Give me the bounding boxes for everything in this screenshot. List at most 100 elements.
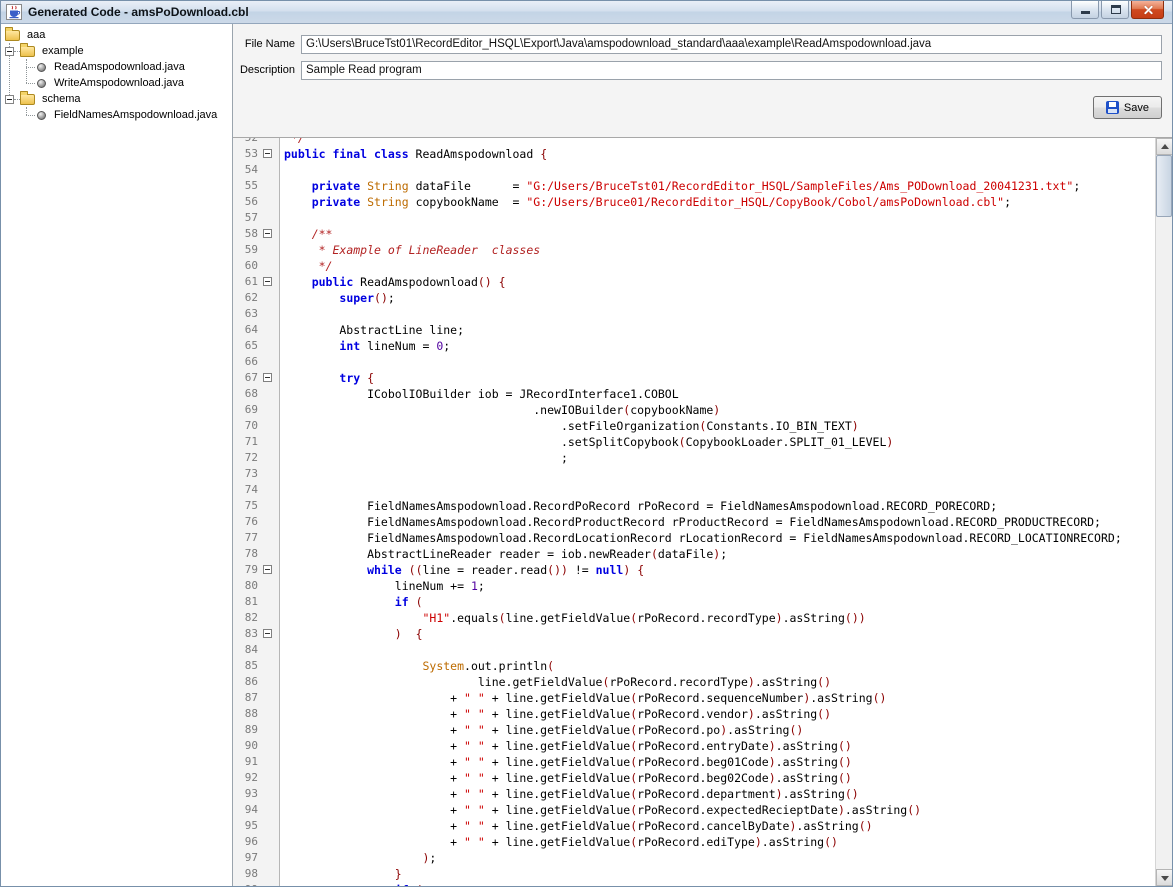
code-viewport[interactable]: 52 */53public final class ReadAmspodownl… (233, 138, 1155, 886)
code-line-80[interactable]: 80 lineNum += 1; (233, 578, 1155, 594)
code-line-96[interactable]: 96 + " " + line.getFieldValue(rPoRecord.… (233, 834, 1155, 850)
code-line-54[interactable]: 54 (233, 162, 1155, 178)
tree-item-writeamspodownload-java[interactable]: WriteAmspodownload.java (1, 75, 232, 91)
code-line-88[interactable]: 88 + " " + line.getFieldValue(rPoRecord.… (233, 706, 1155, 722)
code-line-71[interactable]: 71 .setSplitCopybook(CopybookLoader.SPLI… (233, 434, 1155, 450)
gutter: 52 (233, 138, 280, 146)
fold-collapse-icon[interactable] (263, 149, 272, 158)
code-line-90[interactable]: 90 + " " + line.getFieldValue(rPoRecord.… (233, 738, 1155, 754)
tree-item-aaa[interactable]: aaa (1, 26, 232, 43)
tree-item-fieldnamesamspodownload-java[interactable]: FieldNamesAmspodownload.java (1, 107, 232, 123)
fold-collapse-icon[interactable] (263, 565, 272, 574)
collapse-expander-icon[interactable] (5, 46, 14, 56)
minimize-button[interactable] (1071, 1, 1099, 19)
code-text: + " " + line.getFieldValue(rPoRecord.exp… (284, 803, 922, 817)
code-line-89[interactable]: 89 + " " + line.getFieldValue(rPoRecord.… (233, 722, 1155, 738)
scroll-down-button[interactable] (1156, 869, 1172, 886)
code-text: + " " + line.getFieldValue(rPoRecord.ent… (284, 739, 852, 753)
code-line-74[interactable]: 74 (233, 482, 1155, 498)
code-line-82[interactable]: 82 "H1".equals(line.getFieldValue(rPoRec… (233, 610, 1155, 626)
title-bar[interactable]: Generated Code - amsPoDownload.cbl (1, 1, 1172, 24)
line-number: 60 (244, 259, 258, 272)
code-text: line.getFieldValue(rPoRecord.recordType)… (284, 675, 832, 689)
code-line-76[interactable]: 76 FieldNamesAmspodownload.RecordProduct… (233, 514, 1155, 530)
code-line-85[interactable]: 85 System.out.println( (233, 658, 1155, 674)
tree-item-schema[interactable]: schema (1, 90, 232, 107)
maximize-button[interactable] (1101, 1, 1129, 19)
code-line-55[interactable]: 55 private String dataFile = "G:/Users/B… (233, 178, 1155, 194)
code-editor[interactable]: 52 */53public final class ReadAmspodownl… (233, 137, 1172, 886)
code-line-94[interactable]: 94 + " " + line.getFieldValue(rPoRecord.… (233, 802, 1155, 818)
code-line-65[interactable]: 65 int lineNum = 0; (233, 338, 1155, 354)
code-line-75[interactable]: 75 FieldNamesAmspodownload.RecordPoRecor… (233, 498, 1155, 514)
line-number: 94 (244, 803, 258, 816)
gutter: 75 (233, 498, 280, 514)
line-number: 88 (244, 707, 258, 720)
fold-column (260, 162, 276, 178)
folder-icon (20, 42, 35, 57)
gutter: 65 (233, 338, 280, 354)
fold-column (260, 642, 276, 658)
code-line-99[interactable]: 99 if ( (233, 882, 1155, 886)
fold-collapse-icon[interactable] (263, 277, 272, 286)
code-line-58[interactable]: 58 /** (233, 226, 1155, 242)
code-line-92[interactable]: 92 + " " + line.getFieldValue(rPoRecord.… (233, 770, 1155, 786)
code-line-60[interactable]: 60 */ (233, 258, 1155, 274)
code-text: try { (339, 371, 375, 385)
description-input[interactable] (301, 60, 1162, 80)
code-line-53[interactable]: 53 public final class ReadAmspodownload { (233, 146, 1155, 162)
close-button[interactable] (1131, 1, 1164, 19)
code-line-98[interactable]: 98 } (233, 866, 1155, 882)
fold-column (260, 562, 276, 578)
code-line-62[interactable]: 62 super(); (233, 290, 1155, 306)
code-text: */ (284, 138, 305, 145)
code-line-70[interactable]: 70 .setFileOrganization(Constants.IO_BIN… (233, 418, 1155, 434)
fold-collapse-icon[interactable] (263, 629, 272, 638)
code-line-87[interactable]: 87 + " " + line.getFieldValue(rPoRecord.… (233, 690, 1155, 706)
code-line-84[interactable]: 84 (233, 642, 1155, 658)
code-line-68[interactable]: 68 ICobolIOBuilder iob = JRecordInterfac… (233, 386, 1155, 402)
code-line-86[interactable]: 86 line.getFieldValue(rPoRecord.recordTy… (233, 674, 1155, 690)
tree-item-readamspodownload-java[interactable]: ReadAmspodownload.java (1, 59, 232, 75)
collapse-expander-icon[interactable] (5, 94, 14, 104)
tree-item-example[interactable]: example (1, 42, 232, 59)
code-line-79[interactable]: 79 while ((line = reader.read()) != null… (233, 562, 1155, 578)
code-line-61[interactable]: 61 public ReadAmspodownload() { (233, 274, 1155, 290)
code-line-64[interactable]: 64 AbstractLine line; (233, 322, 1155, 338)
code-line-69[interactable]: 69 .newIOBuilder(copybookName) (233, 402, 1155, 418)
code-text: */ (311, 259, 333, 273)
scrollbar-thumb[interactable] (1156, 155, 1172, 217)
code-line-78[interactable]: 78 AbstractLineReader reader = iob.newRe… (233, 546, 1155, 562)
file-name-input[interactable] (301, 34, 1162, 54)
code-text: private String dataFile = "G:/Users/Bruc… (311, 179, 1081, 193)
code-line-97[interactable]: 97 ); (233, 850, 1155, 866)
code-line-57[interactable]: 57 (233, 210, 1155, 226)
code-line-93[interactable]: 93 + " " + line.getFieldValue(rPoRecord.… (233, 786, 1155, 802)
code-line-66[interactable]: 66 (233, 354, 1155, 370)
fold-column (260, 770, 276, 786)
fold-collapse-icon[interactable] (263, 229, 272, 238)
file-name-row: File Name (233, 34, 1162, 54)
code-line-72[interactable]: 72 ; (233, 450, 1155, 466)
save-button[interactable]: Save (1092, 96, 1162, 119)
vertical-scrollbar[interactable] (1155, 138, 1172, 886)
gutter: 99 (233, 882, 280, 886)
code-line-83[interactable]: 83 ) { (233, 626, 1155, 642)
fold-column (260, 738, 276, 754)
folder-icon (20, 90, 35, 105)
code-line-81[interactable]: 81 if ( (233, 594, 1155, 610)
code-line-77[interactable]: 77 FieldNamesAmspodownload.RecordLocatio… (233, 530, 1155, 546)
gutter: 92 (233, 770, 280, 786)
code-line-63[interactable]: 63 (233, 306, 1155, 322)
gutter: 86 (233, 674, 280, 690)
scroll-up-button[interactable] (1156, 138, 1172, 155)
fold-collapse-icon[interactable] (263, 373, 272, 382)
code-line-91[interactable]: 91 + " " + line.getFieldValue(rPoRecord.… (233, 754, 1155, 770)
code-line-59[interactable]: 59 * Example of LineReader classes (233, 242, 1155, 258)
code-line-95[interactable]: 95 + " " + line.getFieldValue(rPoRecord.… (233, 818, 1155, 834)
code-line-67[interactable]: 67 try { (233, 370, 1155, 386)
code-line-73[interactable]: 73 (233, 466, 1155, 482)
code-line-56[interactable]: 56 private String copybookName = "G:/Use… (233, 194, 1155, 210)
code-line-52[interactable]: 52 */ (233, 138, 1155, 146)
